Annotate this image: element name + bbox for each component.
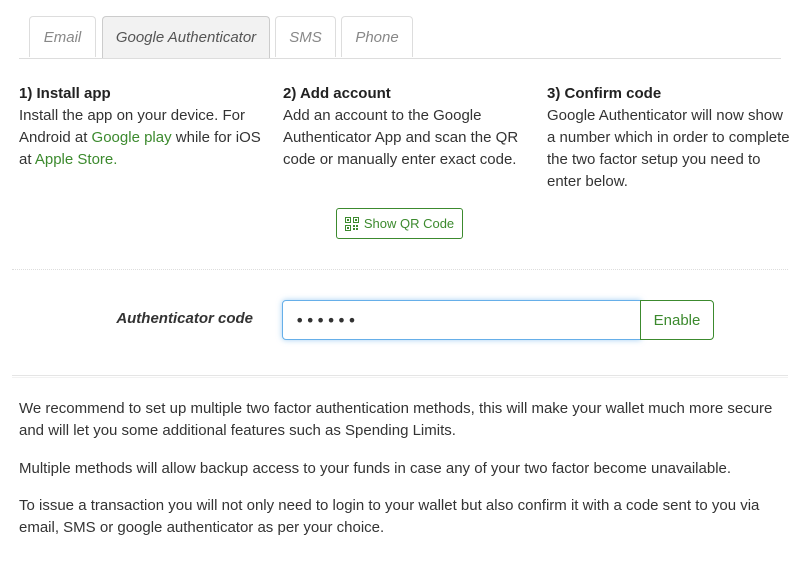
authenticator-code-label: Authenticator code <box>116 310 253 327</box>
enable-button[interactable]: Enable <box>640 300 714 340</box>
apple-store-link[interactable]: Apple Store. <box>35 151 118 168</box>
step-confirm-text: Google Authenticator will now show a num… <box>547 107 790 190</box>
show-qr-code-label: Show QR Code <box>363 216 455 231</box>
form-divider <box>12 375 788 378</box>
authenticator-code-input[interactable] <box>282 300 641 340</box>
info-backup-access: Multiple methods will allow backup acces… <box>19 460 732 477</box>
tab-phone[interactable]: Phone <box>341 16 413 57</box>
step-add-account: 2) Add account Add an account to the Goo… <box>283 83 528 171</box>
step-install-app: 1) Install app Install the app on your d… <box>19 83 264 171</box>
step-add-text: Add an account to the Google Authenticat… <box>283 107 519 168</box>
step-confirm-code: 3) Confirm code Google Authenticator wil… <box>547 83 792 193</box>
info-recommendation: We recommend to set up multiple two fact… <box>19 400 773 439</box>
auth-method-tabs: Email Google Authenticator SMS Phone <box>19 16 781 59</box>
qr-code-icon <box>344 216 359 231</box>
step-add-title: 2) Add account <box>283 85 391 102</box>
show-qr-code-button[interactable]: Show QR Code <box>336 208 463 239</box>
step-confirm-title: 3) Confirm code <box>547 85 662 102</box>
section-divider <box>12 269 788 270</box>
step-install-title: 1) Install app <box>19 85 111 102</box>
tab-email[interactable]: Email <box>29 16 96 57</box>
google-play-link[interactable]: Google play <box>92 129 172 146</box>
tab-sms[interactable]: SMS <box>275 16 336 57</box>
tab-google-authenticator[interactable]: Google Authenticator <box>102 16 270 58</box>
info-transaction: To issue a transaction you will not only… <box>19 497 760 536</box>
